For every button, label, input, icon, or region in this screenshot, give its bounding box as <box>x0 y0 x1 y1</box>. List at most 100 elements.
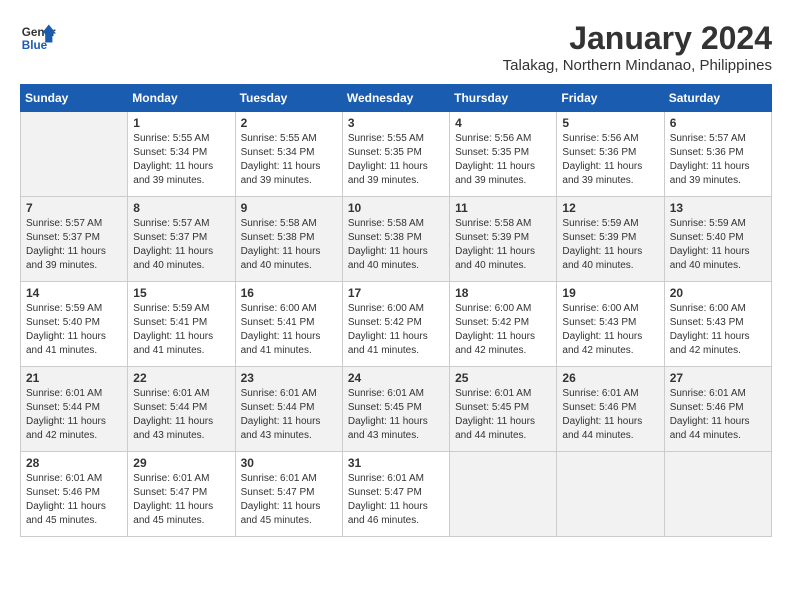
day-number: 16 <box>241 286 337 300</box>
cell-content: Sunrise: 6:01 AM Sunset: 5:44 PM Dayligh… <box>241 387 337 443</box>
cell-content: Sunrise: 6:00 AM Sunset: 5:41 PM Dayligh… <box>241 302 337 358</box>
calendar-cell: 8 Sunrise: 5:57 AM Sunset: 5:37 PM Daylig… <box>128 197 235 282</box>
header-sunday: Sunday <box>21 85 128 112</box>
day-number: 7 <box>26 201 122 215</box>
cell-content: Sunrise: 6:00 AM Sunset: 5:43 PM Dayligh… <box>562 302 658 358</box>
day-number: 11 <box>455 201 551 215</box>
cell-content: Sunrise: 6:01 AM Sunset: 5:45 PM Dayligh… <box>455 387 551 443</box>
calendar-week-4: 21 Sunrise: 6:01 AM Sunset: 5:44 PM Dayli… <box>21 367 772 452</box>
cell-content: Sunrise: 5:57 AM Sunset: 5:37 PM Dayligh… <box>26 217 122 273</box>
day-number: 6 <box>670 116 766 130</box>
calendar-week-2: 7 Sunrise: 5:57 AM Sunset: 5:37 PM Daylig… <box>21 197 772 282</box>
title-block: January 2024 Talakag, Northern Mindanao,… <box>503 20 772 74</box>
day-number: 15 <box>133 286 229 300</box>
day-number: 12 <box>562 201 658 215</box>
cell-content: Sunrise: 6:00 AM Sunset: 5:42 PM Dayligh… <box>455 302 551 358</box>
cell-content: Sunrise: 5:57 AM Sunset: 5:36 PM Dayligh… <box>670 132 766 188</box>
calendar-cell: 4Sunrise: 5:56 AM Sunset: 5:35 PM Daylig… <box>450 112 557 197</box>
cell-content: Sunrise: 6:01 AM Sunset: 5:47 PM Dayligh… <box>241 472 337 528</box>
day-number: 22 <box>133 371 229 385</box>
day-number: 24 <box>348 371 444 385</box>
day-number: 1 <box>133 116 229 130</box>
cell-content: Sunrise: 5:58 AM Sunset: 5:39 PM Dayligh… <box>455 217 551 273</box>
calendar-week-5: 28Sunrise: 6:01 AM Sunset: 5:46 PM Dayli… <box>21 452 772 537</box>
header-wednesday: Wednesday <box>342 85 449 112</box>
calendar-cell: 27 Sunrise: 6:01 AM Sunset: 5:46 PM Dayli… <box>664 367 771 452</box>
cell-content: Sunrise: 5:58 AM Sunset: 5:38 PM Dayligh… <box>241 217 337 273</box>
cell-content: Sunrise: 6:01 AM Sunset: 5:46 PM Dayligh… <box>562 387 658 443</box>
day-number: 9 <box>241 201 337 215</box>
day-number: 19 <box>562 286 658 300</box>
calendar-cell: 11 Sunrise: 5:58 AM Sunset: 5:39 PM Dayli… <box>450 197 557 282</box>
day-number: 3 <box>348 116 444 130</box>
day-number: 17 <box>348 286 444 300</box>
header-monday: Monday <box>128 85 235 112</box>
cell-content: Sunrise: 6:00 AM Sunset: 5:43 PM Dayligh… <box>670 302 766 358</box>
calendar-cell: 26 Sunrise: 6:01 AM Sunset: 5:46 PM Dayli… <box>557 367 664 452</box>
day-number: 29 <box>133 456 229 470</box>
calendar-week-3: 14Sunrise: 5:59 AM Sunset: 5:40 PM Dayli… <box>21 282 772 367</box>
calendar-cell: 7 Sunrise: 5:57 AM Sunset: 5:37 PM Daylig… <box>21 197 128 282</box>
day-number: 18 <box>455 286 551 300</box>
calendar-cell: 18 Sunrise: 6:00 AM Sunset: 5:42 PM Dayli… <box>450 282 557 367</box>
cell-content: Sunrise: 5:56 AM Sunset: 5:35 PM Dayligh… <box>455 132 551 188</box>
calendar-week-1: 1 Sunrise: 5:55 AM Sunset: 5:34 PM Daylig… <box>21 112 772 197</box>
cell-content: Sunrise: 5:56 AM Sunset: 5:36 PM Dayligh… <box>562 132 658 188</box>
calendar-table: SundayMondayTuesdayWednesdayThursdayFrid… <box>20 84 772 537</box>
day-number: 2 <box>241 116 337 130</box>
cell-content: Sunrise: 5:58 AM Sunset: 5:38 PM Dayligh… <box>348 217 444 273</box>
day-number: 26 <box>562 371 658 385</box>
calendar-cell: 24 Sunrise: 6:01 AM Sunset: 5:45 PM Dayli… <box>342 367 449 452</box>
location-title: Talakag, Northern Mindanao, Philippines <box>503 57 772 74</box>
day-number: 23 <box>241 371 337 385</box>
cell-content: Sunrise: 5:55 AM Sunset: 5:35 PM Dayligh… <box>348 132 444 188</box>
page-header: General Blue January 2024 Talakag, North… <box>20 20 772 74</box>
cell-content: Sunrise: 6:01 AM Sunset: 5:47 PM Dayligh… <box>133 472 229 528</box>
cell-content: Sunrise: 5:59 AM Sunset: 5:40 PM Dayligh… <box>670 217 766 273</box>
calendar-cell <box>21 112 128 197</box>
calendar-cell: 17Sunrise: 6:00 AM Sunset: 5:42 PM Dayli… <box>342 282 449 367</box>
cell-content: Sunrise: 5:59 AM Sunset: 5:40 PM Dayligh… <box>26 302 122 358</box>
calendar-cell: 29 Sunrise: 6:01 AM Sunset: 5:47 PM Dayli… <box>128 452 235 537</box>
calendar-cell: 3 Sunrise: 5:55 AM Sunset: 5:35 PM Daylig… <box>342 112 449 197</box>
calendar-header-row: SundayMondayTuesdayWednesdayThursdayFrid… <box>21 85 772 112</box>
day-number: 20 <box>670 286 766 300</box>
month-title: January 2024 <box>503 20 772 57</box>
logo-icon: General Blue <box>20 20 56 56</box>
calendar-cell <box>450 452 557 537</box>
calendar-cell: 30Sunrise: 6:01 AM Sunset: 5:47 PM Dayli… <box>235 452 342 537</box>
calendar-cell: 2 Sunrise: 5:55 AM Sunset: 5:34 PM Daylig… <box>235 112 342 197</box>
header-saturday: Saturday <box>664 85 771 112</box>
header-friday: Friday <box>557 85 664 112</box>
cell-content: Sunrise: 6:01 AM Sunset: 5:44 PM Dayligh… <box>26 387 122 443</box>
calendar-cell: 14Sunrise: 5:59 AM Sunset: 5:40 PM Dayli… <box>21 282 128 367</box>
day-number: 27 <box>670 371 766 385</box>
day-number: 25 <box>455 371 551 385</box>
calendar-cell <box>557 452 664 537</box>
day-number: 10 <box>348 201 444 215</box>
calendar-cell: 28Sunrise: 6:01 AM Sunset: 5:46 PM Dayli… <box>21 452 128 537</box>
cell-content: Sunrise: 6:01 AM Sunset: 5:46 PM Dayligh… <box>670 387 766 443</box>
svg-text:Blue: Blue <box>22 39 48 52</box>
header-thursday: Thursday <box>450 85 557 112</box>
calendar-cell: 1Sunrise: 5:55 AM Sunset: 5:34 PM Daylig… <box>128 112 235 197</box>
cell-content: Sunrise: 6:01 AM Sunset: 5:44 PM Dayligh… <box>133 387 229 443</box>
calendar-cell: 12 Sunrise: 5:59 AM Sunset: 5:39 PM Dayli… <box>557 197 664 282</box>
day-number: 8 <box>133 201 229 215</box>
calendar-cell: 13 Sunrise: 5:59 AM Sunset: 5:40 PM Dayli… <box>664 197 771 282</box>
calendar-cell: 16 Sunrise: 6:00 AM Sunset: 5:41 PM Dayli… <box>235 282 342 367</box>
calendar-cell: 25 Sunrise: 6:01 AM Sunset: 5:45 PM Dayli… <box>450 367 557 452</box>
cell-content: Sunrise: 5:57 AM Sunset: 5:37 PM Dayligh… <box>133 217 229 273</box>
calendar-cell: 20 Sunrise: 6:00 AM Sunset: 5:43 PM Dayli… <box>664 282 771 367</box>
cell-content: Sunrise: 6:01 AM Sunset: 5:46 PM Dayligh… <box>26 472 122 528</box>
calendar-cell: 21 Sunrise: 6:01 AM Sunset: 5:44 PM Dayli… <box>21 367 128 452</box>
day-number: 13 <box>670 201 766 215</box>
cell-content: Sunrise: 6:01 AM Sunset: 5:47 PM Dayligh… <box>348 472 444 528</box>
cell-content: Sunrise: 6:01 AM Sunset: 5:45 PM Dayligh… <box>348 387 444 443</box>
day-number: 21 <box>26 371 122 385</box>
calendar-cell: 5Sunrise: 5:56 AM Sunset: 5:36 PM Daylig… <box>557 112 664 197</box>
cell-content: Sunrise: 5:59 AM Sunset: 5:39 PM Dayligh… <box>562 217 658 273</box>
calendar-cell: 6 Sunrise: 5:57 AM Sunset: 5:36 PM Daylig… <box>664 112 771 197</box>
header-tuesday: Tuesday <box>235 85 342 112</box>
cell-content: Sunrise: 5:55 AM Sunset: 5:34 PM Dayligh… <box>241 132 337 188</box>
